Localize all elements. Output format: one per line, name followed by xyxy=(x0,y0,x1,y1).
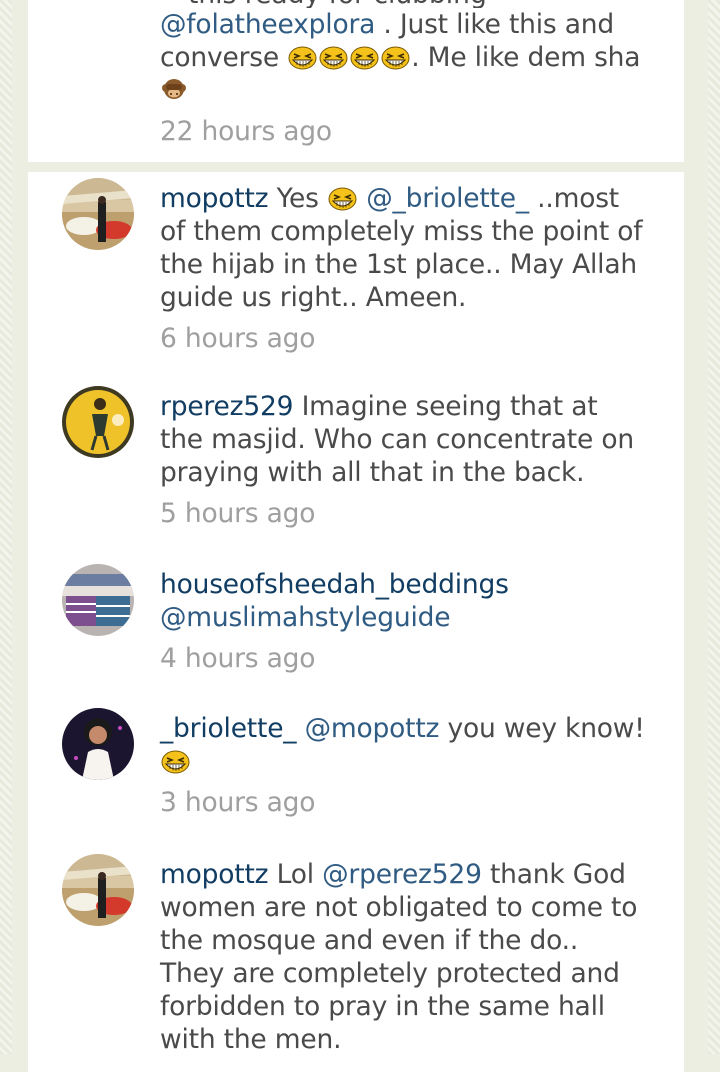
top-comment-clipped-line: this ready for clubbing xyxy=(188,0,588,8)
username-link[interactable]: mopottz xyxy=(160,859,269,890)
laugh-emoji-icon xyxy=(161,750,190,774)
comment-prefix: Yes xyxy=(276,183,319,214)
comment-body: _briolette_ @mopottz you wey know! 3 hou… xyxy=(160,712,645,819)
comment-body: mopottz Lol @rperez529 thank God women a… xyxy=(160,858,645,1056)
comment-timestamp: 3 hours ago xyxy=(160,787,316,818)
laugh-emoji-icon xyxy=(381,46,410,70)
avatar[interactable] xyxy=(62,386,134,458)
comment-timestamp: 6 hours ago xyxy=(160,323,316,354)
see-no-evil-monkey-icon xyxy=(160,75,188,103)
username-link[interactable]: mopottz xyxy=(160,183,269,214)
mention-link[interactable]: @mopottz xyxy=(305,713,440,744)
mention-link[interactable]: @rperez529 xyxy=(322,859,482,890)
top-comment-card: this ready for clubbing @folatheexplora … xyxy=(28,0,684,162)
laugh-emoji-icon xyxy=(328,187,357,211)
comment-text: you wey know! xyxy=(439,713,645,744)
laugh-emoji-icon xyxy=(319,46,348,70)
comment-body: houseofsheedah_beddings @muslimahstylegu… xyxy=(160,568,645,675)
avatar[interactable] xyxy=(62,708,134,780)
top-comment-text: @folatheexplora . Just like this and con… xyxy=(160,8,645,148)
left-border xyxy=(0,0,12,1054)
right-border xyxy=(708,0,720,1054)
comment-timestamp: 5 hours ago xyxy=(160,498,316,529)
avatar[interactable] xyxy=(62,564,134,636)
mention-link[interactable]: @muslimahstyleguide xyxy=(160,602,451,633)
comment-body: mopottz Yes @_briolette_ ..most of them … xyxy=(160,182,645,355)
username-link[interactable]: _briolette_ xyxy=(160,713,297,744)
comment-prefix: Lol xyxy=(276,859,314,890)
comment-timestamp: 22 hours ago xyxy=(160,116,332,147)
mention-link[interactable]: @_briolette_ xyxy=(366,183,529,214)
username-link[interactable]: rperez529 xyxy=(160,391,294,422)
clipped-word: this xyxy=(188,0,236,8)
comments-list: mopottz Yes @_briolette_ ..most of them … xyxy=(28,172,684,1072)
comment-timestamp: 4 hours ago xyxy=(160,643,316,674)
username-link[interactable]: houseofsheedah_beddings xyxy=(160,569,509,600)
avatar[interactable] xyxy=(62,854,134,926)
laugh-emoji-icon xyxy=(350,46,379,70)
comment-body: rperez529 Imagine seeing that at the mas… xyxy=(160,390,645,530)
clipped-ready-text: ready for clubbing xyxy=(245,0,487,8)
avatar[interactable] xyxy=(62,178,134,250)
laugh-emoji-icon xyxy=(288,46,317,70)
mention-link[interactable]: @folatheexplora xyxy=(160,9,375,40)
comment-body: . Me like dem sha xyxy=(411,42,641,73)
